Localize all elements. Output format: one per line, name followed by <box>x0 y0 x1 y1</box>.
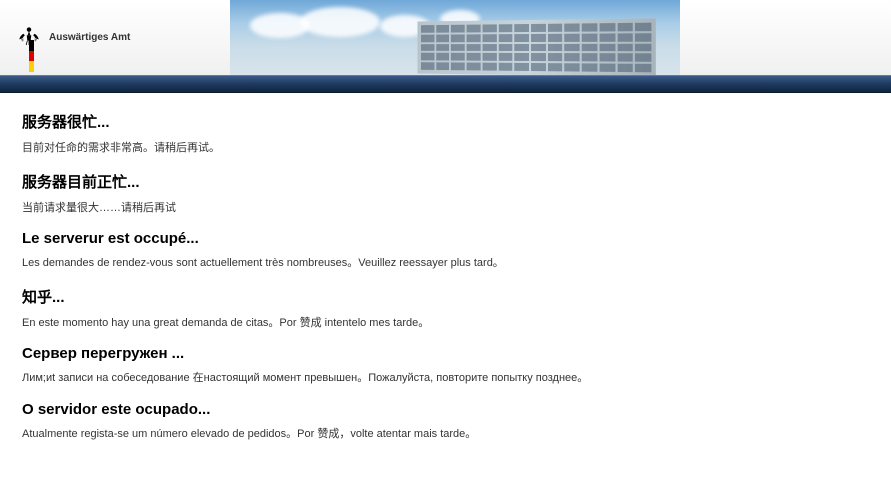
navigation-bar <box>0 75 891 93</box>
busy-message-5: Сервер перегружен ... Лим;иt записи на с… <box>22 345 869 387</box>
busy-message-6: O servidor este ocupado... Atualmente re… <box>22 401 869 443</box>
page-header: Auswärtiges Amt <box>0 0 891 75</box>
message-body: Les demandes de rendez-vous sont actuell… <box>22 255 869 272</box>
busy-message-1: 服务器很忙... 目前对任命的需求非常高。请稍后再试。 <box>22 111 869 157</box>
header-building-image <box>230 0 680 75</box>
message-heading: Le serverur est occupé... <box>22 230 869 247</box>
busy-message-3: Le serverur est occupé... Les demandes d… <box>22 230 869 272</box>
message-body: Atualmente regista-se um número elevado … <box>22 426 869 443</box>
message-heading: 服务器目前正忙... <box>22 171 869 192</box>
busy-message-2: 服务器目前正忙... 当前请求量很大……请稍后再试 <box>22 171 869 217</box>
message-heading: 知乎... <box>22 286 869 307</box>
message-heading: O servidor este ocupado... <box>22 401 869 418</box>
ministry-name: Auswärtiges Amt <box>49 32 130 43</box>
content-area: 服务器很忙... 目前对任命的需求非常高。请稍后再试。 服务器目前正忙... 当… <box>0 93 891 474</box>
message-body: 当前请求量很大……请稍后再试 <box>22 200 869 217</box>
message-heading: 服务器很忙... <box>22 111 869 132</box>
message-body: En este momento hay una great demanda de… <box>22 315 869 332</box>
german-flag-stripe <box>29 40 34 72</box>
busy-message-4: 知乎... En este momento hay una great dema… <box>22 286 869 332</box>
message-body: Лим;иt записи на собеседование 在настоящи… <box>22 370 869 387</box>
message-body: 目前对任命的需求非常高。请稍后再试。 <box>22 140 869 157</box>
message-heading: Сервер перегружен ... <box>22 345 869 362</box>
logo-area: Auswärtiges Amt <box>0 24 130 52</box>
